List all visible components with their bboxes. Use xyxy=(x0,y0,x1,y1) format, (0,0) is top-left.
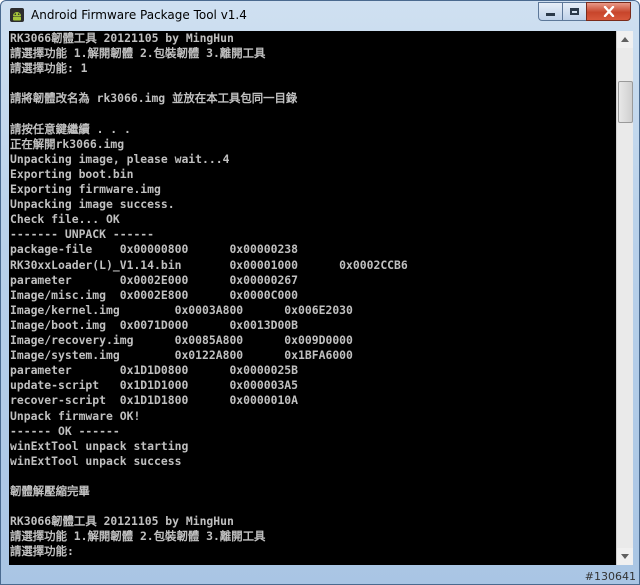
scrollbar-thumb[interactable] xyxy=(618,81,633,123)
vertical-scrollbar[interactable] xyxy=(616,31,633,565)
console-line: 請將韌體改名為 rk3066.img 並放在本工具包同一目錄 xyxy=(10,91,298,106)
console-line: RK3066韌體工具 20121105 by MingHun xyxy=(10,514,234,529)
arrow-down-icon xyxy=(621,554,629,559)
console-line: 請選擇功能 1.解開韌體 2.包裝韌體 3.離開工具 xyxy=(10,529,266,544)
console-line: 請按任意鍵繼續 . . . xyxy=(10,121,131,136)
console-line: 正在解開rk3066.img xyxy=(10,136,125,151)
console-line: winExtTool unpack starting xyxy=(10,438,189,453)
scroll-down-button[interactable] xyxy=(617,548,633,565)
console-line: Image/misc.img 0x0002E800 0x0000C000 xyxy=(10,287,299,302)
minimize-icon xyxy=(546,13,555,16)
close-button[interactable] xyxy=(586,2,631,21)
console-line: recover-script 0x1D1D1800 0x0000010A xyxy=(10,393,299,408)
console-line: Image/system.img 0x0122A800 0x1BFA6000 xyxy=(10,348,353,363)
console-line: Unpacking image success. xyxy=(10,197,175,212)
maximize-button[interactable] xyxy=(562,2,587,21)
console-line: Exporting firmware.img xyxy=(10,182,161,196)
console-line: ------- UNPACK ------ xyxy=(10,227,155,242)
console-line: RK3066韌體工具 20121105 by MingHun xyxy=(10,31,234,45)
console-line: package-file 0x00000800 0x00000238 xyxy=(10,242,299,257)
console-line: Exporting boot.bin xyxy=(10,166,134,181)
console-line: 請選擇功能: xyxy=(10,544,74,559)
console-line: ------ OK ------ xyxy=(10,423,120,438)
console-line: 請選擇功能: 1 xyxy=(10,61,88,76)
console-line: update-script 0x1D1D1000 0x000003A5 xyxy=(10,378,299,393)
console-line: Image/recovery.img 0x0085A800 0x009D0000 xyxy=(10,333,353,347)
console-line: Unpack firmware OK! xyxy=(10,408,141,423)
console-line: 韌體解壓縮完畢 xyxy=(10,484,90,498)
console-line: parameter 0x1D1D0800 0x0000025B xyxy=(10,363,299,378)
console-line: 請選擇功能 1.解開韌體 2.包裝韌體 3.離開工具 xyxy=(10,46,266,61)
console-line: parameter 0x0002E000 0x00000267 xyxy=(10,272,299,287)
close-icon xyxy=(603,2,615,21)
minimize-button[interactable] xyxy=(538,2,563,21)
console-line: winExtTool unpack success xyxy=(10,453,182,468)
scroll-up-button[interactable] xyxy=(617,31,633,48)
console-line: Check file... OK xyxy=(10,212,120,227)
android-app-icon xyxy=(9,7,25,23)
scrollbar-track[interactable] xyxy=(617,48,633,548)
console-line: Unpacking image, please wait...4 xyxy=(10,151,230,166)
console-line: Image/boot.img 0x0071D000 0x0013D00B xyxy=(10,317,299,332)
window-title: Android Firmware Package Tool v1.4 xyxy=(31,8,247,22)
title-bar[interactable]: Android Firmware Package Tool v1.4 xyxy=(1,1,639,29)
maximize-icon xyxy=(570,8,579,15)
console-line: Image/kernel.img 0x0003A800 0x006E2030 xyxy=(10,302,353,317)
console-output[interactable]: RK3066韌體工具 20121105 by MingHun 請選擇功能 1.解開… xyxy=(9,31,616,565)
arrow-up-icon xyxy=(621,37,629,42)
watermark: #130641 xyxy=(584,570,636,583)
console-line: RK30xxLoader(L)_V1.14.bin 0x00001000 0x0… xyxy=(10,257,408,272)
app-window: Android Firmware Package Tool v1.4 RK306… xyxy=(0,0,640,585)
